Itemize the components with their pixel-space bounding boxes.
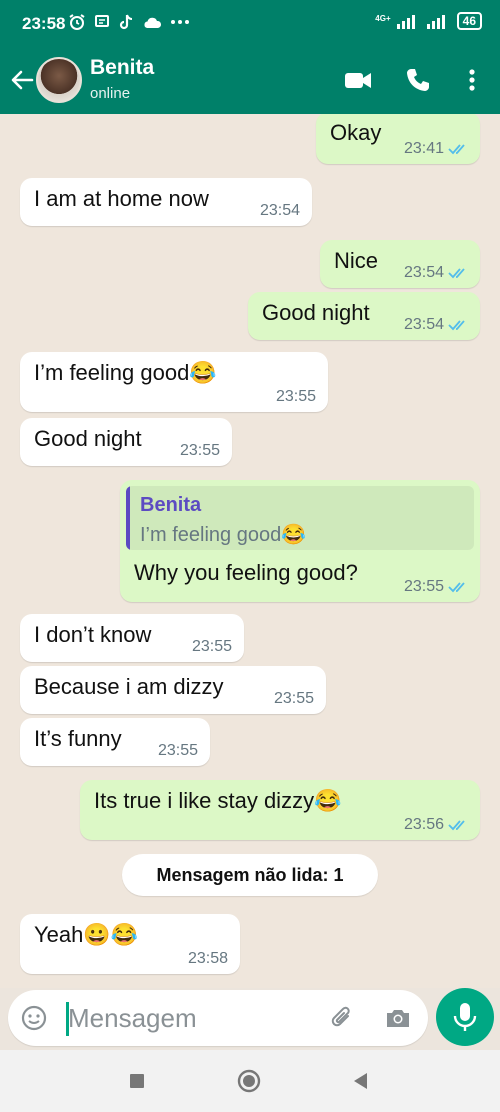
message-meta: 23:41: [404, 140, 468, 158]
status-notifications: [68, 13, 190, 31]
message-incoming[interactable]: It’s funny 23:55: [20, 718, 210, 766]
cloud-icon: [144, 17, 162, 28]
message-text: Good night: [34, 426, 142, 451]
message-incoming[interactable]: I’m feeling good😂 23:55: [20, 352, 328, 412]
message-text: Why you feeling good?: [134, 560, 358, 585]
message-time: 23:55: [275, 388, 316, 405]
contact-status: online: [90, 85, 131, 102]
message-meta: 23:55: [180, 442, 220, 460]
contact-name[interactable]: Benita: [90, 56, 154, 80]
video-call-icon[interactable]: [344, 66, 372, 94]
message-outgoing[interactable]: Nice 23:54: [320, 240, 480, 288]
tiktok-icon: [119, 14, 133, 30]
message-time: 23:55: [157, 742, 198, 759]
phone-icon[interactable]: [404, 66, 432, 94]
message-meta: 23:55: [192, 638, 232, 656]
message-incoming[interactable]: I am at home now 23:54: [20, 178, 312, 226]
message-time: 23:58: [187, 950, 228, 967]
message-text: Okay: [330, 120, 382, 145]
message-text: It’s funny: [34, 726, 122, 751]
status-bar: 23:58 4G+ 46: [0, 0, 500, 52]
more-vert-icon[interactable]: [458, 66, 486, 94]
mic-icon: [453, 1003, 477, 1031]
message-text: I am at home now: [34, 186, 209, 211]
quote-bar: [126, 486, 130, 550]
chat-area[interactable]: Okay 23:41 I am at home now 23:54 Nice 2…: [0, 114, 500, 988]
quote-author: Benita: [140, 494, 202, 516]
quote-text: I’m feeling good😂: [140, 524, 307, 546]
message-incoming[interactable]: Because i am dizzy 23:55: [20, 666, 326, 714]
message-text: Yeah😀😂: [34, 922, 139, 947]
avatar[interactable]: [36, 57, 82, 103]
mic-button[interactable]: [436, 988, 494, 1046]
message-meta: 23:55: [274, 690, 314, 708]
message-meta: 23:56: [404, 816, 468, 834]
message-placeholder[interactable]: Mensagem: [68, 1003, 197, 1034]
system-nav-bar: [0, 1050, 500, 1112]
nav-square-icon[interactable]: [124, 1068, 150, 1094]
message-meta: 23:54: [404, 316, 468, 334]
message-outgoing[interactable]: Good night 23:54: [248, 292, 480, 340]
network-type-label: 4G+: [375, 13, 391, 23]
message-outgoing[interactable]: Its true i like stay dizzy😂 23:56: [80, 780, 480, 840]
message-incoming[interactable]: Good night 23:55: [20, 418, 232, 466]
message-meta: 23:54: [260, 202, 300, 220]
read-receipt-icon: [448, 268, 465, 279]
battery-icon: 46: [456, 12, 482, 30]
message-time: 23:55: [403, 578, 444, 595]
message-text: I don’t know: [34, 622, 152, 647]
chat-header: Benita online: [0, 52, 500, 114]
message-time: 23:55: [179, 442, 220, 459]
unread-divider: Mensagem não lida: 1: [122, 854, 378, 896]
message-time: 23:55: [191, 638, 232, 655]
read-receipt-icon: [448, 820, 465, 831]
nav-home-icon[interactable]: [236, 1068, 262, 1094]
message-time: 23:55: [273, 690, 314, 707]
emoji-icon[interactable]: [20, 1004, 48, 1032]
message-time: 23:56: [403, 816, 444, 833]
message-text: Its true i like stay dizzy😂: [94, 788, 342, 813]
message-time: 23:54: [259, 202, 300, 219]
alarm-icon: [69, 14, 85, 30]
message-meta: 23:55: [404, 578, 468, 596]
message-meta: 23:58: [188, 950, 228, 968]
status-time: 23:58: [22, 14, 66, 33]
message-text: Nice: [334, 248, 379, 273]
more-dots-icon: [171, 20, 189, 24]
message-icon: [95, 15, 109, 27]
signal-icon-2: [426, 13, 445, 29]
message-time: 23:41: [403, 140, 444, 157]
message-outgoing[interactable]: Okay 23:41: [316, 114, 480, 164]
read-receipt-icon: [448, 582, 465, 593]
message-meta: 23:54: [404, 264, 468, 282]
quoted-message[interactable]: Benita I’m feeling good😂: [126, 486, 474, 550]
composer: Mensagem: [0, 988, 500, 1050]
status-system: 4G+ 46: [375, 12, 482, 30]
message-outgoing-reply[interactable]: Benita I’m feeling good😂 Why you feeling…: [120, 480, 480, 602]
message-incoming[interactable]: I don’t know 23:55: [20, 614, 244, 662]
nav-back-icon[interactable]: [348, 1068, 374, 1094]
message-time: 23:54: [403, 264, 444, 281]
message-text: Good night: [262, 300, 370, 325]
message-text: Because i am dizzy: [34, 674, 224, 699]
read-receipt-icon: [448, 320, 465, 331]
message-input[interactable]: Mensagem: [8, 990, 428, 1046]
message-meta: 23:55: [276, 388, 316, 406]
camera-icon[interactable]: [384, 1004, 412, 1032]
message-time: 23:54: [403, 316, 444, 333]
message-text: I’m feeling good😂: [34, 360, 217, 385]
message-incoming[interactable]: Yeah😀😂 23:58: [20, 914, 240, 974]
message-meta: 23:55: [158, 742, 198, 760]
back-arrow-icon[interactable]: [8, 66, 36, 94]
attach-icon[interactable]: [328, 1004, 356, 1032]
signal-icon: [396, 13, 415, 29]
read-receipt-icon: [448, 144, 465, 155]
